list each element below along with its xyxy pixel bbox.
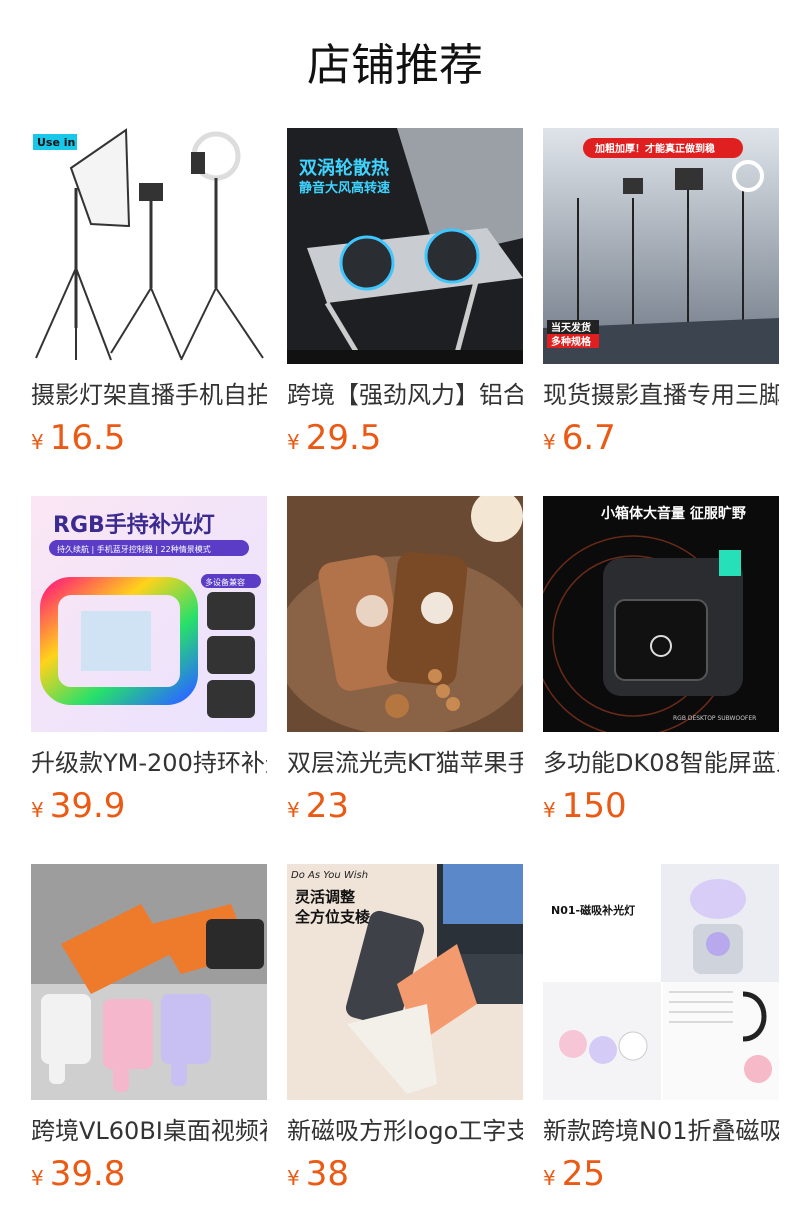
price-value: 29.5 <box>305 418 382 458</box>
product-card[interactable]: N01-磁吸补光灯 新款跨境N01折叠磁吸补光灯 ¥25 <box>543 864 779 1194</box>
product-price: ¥23 <box>287 786 349 826</box>
product-name[interactable]: 摄影灯架直播手机自拍 <box>31 378 267 412</box>
price-value: 150 <box>561 786 627 826</box>
light-stand-image[interactable]: Use in <box>31 128 267 364</box>
page-title: 店铺推荐 <box>307 40 483 91</box>
product-card[interactable]: RGB手持补光灯 持久续航 | 手机蓝牙控制器 | 22种情景模式 多设备兼容 … <box>31 496 267 826</box>
product-name[interactable]: 跨境【强劲风力】铝合金 <box>287 378 523 412</box>
price-value: 25 <box>561 1154 605 1194</box>
product-price: ¥16.5 <box>31 418 125 458</box>
currency-symbol: ¥ <box>543 1166 556 1190</box>
product-name[interactable]: 多功能DK08智能屏蓝牙音箱 <box>543 746 779 780</box>
product-price: ¥38 <box>287 1154 349 1194</box>
image-caption: 小箱体大音量 征服旷野 <box>601 505 746 522</box>
image-caption: 多种规格 <box>551 335 592 348</box>
image-caption: RGB DESKTOP SUBWOOFER <box>673 715 756 722</box>
laptop-cooling-stand-image[interactable]: 双涡轮散热 静音大风高转速 <box>287 128 523 364</box>
currency-symbol: ¥ <box>31 1166 44 1190</box>
currency-symbol: ¥ <box>31 798 44 822</box>
image-caption: 多设备兼容 <box>205 577 245 587</box>
product-price: ¥25 <box>543 1154 605 1194</box>
product-card[interactable]: 双涡轮散热 静音大风高转速 跨境【强劲风力】铝合金 ¥29.5 <box>287 128 523 458</box>
bluetooth-speaker-image[interactable]: 小箱体大音量 征服旷野 RGB DESKTOP SUBWOOFER <box>543 496 779 732</box>
product-card[interactable]: 双层流光壳KT猫苹果手机壳 ¥23 <box>287 496 523 826</box>
product-price: ¥39.8 <box>31 1154 125 1194</box>
product-name[interactable]: 新磁吸方形logo工字支架 <box>287 1114 523 1148</box>
image-caption: 静音大风高转速 <box>299 180 390 196</box>
product-price: ¥150 <box>543 786 627 826</box>
product-name[interactable]: 升级款YM-200持环补光灯 <box>31 746 267 780</box>
price-value: 23 <box>305 786 349 826</box>
product-price: ¥39.9 <box>31 786 125 826</box>
image-caption: 当天发货 <box>551 321 591 334</box>
product-card[interactable]: 加粗加厚！才能真正做到稳 当天发货 多种规格 现货摄影直播专用三脚架 ¥6.7 <box>543 128 779 458</box>
price-value: 16.5 <box>49 418 126 458</box>
product-name[interactable]: 跨境VL60BI桌面视频补光灯 <box>31 1114 267 1148</box>
product-price: ¥6.7 <box>543 418 616 458</box>
currency-symbol: ¥ <box>287 430 300 454</box>
magnetic-phone-stand-image[interactable]: Do As You Wish 灵活调整 全方位支棱 <box>287 864 523 1100</box>
product-name[interactable]: 现货摄影直播专用三脚架 <box>543 378 779 412</box>
desk-video-light-image[interactable] <box>31 864 267 1100</box>
image-caption: N01-磁吸补光灯 <box>551 903 635 917</box>
price-value: 6.7 <box>561 418 616 458</box>
product-card[interactable]: 跨境VL60BI桌面视频补光灯 ¥39.8 <box>31 864 267 1194</box>
currency-symbol: ¥ <box>543 798 556 822</box>
rgb-handheld-light-image[interactable]: RGB手持补光灯 持久续航 | 手机蓝牙控制器 | 22种情景模式 多设备兼容 <box>31 496 267 732</box>
image-caption: 加粗加厚！才能真正做到稳 <box>594 142 715 155</box>
product-card[interactable]: 小箱体大音量 征服旷野 RGB DESKTOP SUBWOOFER 多功能DK0… <box>543 496 779 826</box>
product-name[interactable]: 双层流光壳KT猫苹果手机壳 <box>287 746 523 780</box>
product-card[interactable]: Do As You Wish 灵活调整 全方位支棱 新磁吸方形logo工字支架 … <box>287 864 523 1194</box>
tripod-stand-image[interactable]: 加粗加厚！才能真正做到稳 当天发货 多种规格 <box>543 128 779 364</box>
image-caption: 双涡轮散热 <box>299 157 389 179</box>
currency-symbol: ¥ <box>287 798 300 822</box>
currency-symbol: ¥ <box>31 430 44 454</box>
magnetic-fill-light-image[interactable]: N01-磁吸补光灯 <box>543 864 779 1100</box>
image-caption: 全方位支棱 <box>294 908 371 926</box>
phone-case-image[interactable] <box>287 496 523 732</box>
image-caption: Do As You Wish <box>291 870 368 881</box>
image-caption: Use in <box>37 136 75 149</box>
image-caption: 持久续航 | 手机蓝牙控制器 | 22种情景模式 <box>57 544 211 554</box>
currency-symbol: ¥ <box>287 1166 300 1190</box>
currency-symbol: ¥ <box>543 430 556 454</box>
product-price: ¥29.5 <box>287 418 381 458</box>
product-card[interactable]: Use in 摄影灯架直播手机自拍 ¥16.5 <box>31 128 267 458</box>
image-caption: RGB手持补光灯 <box>53 513 215 538</box>
image-caption: 灵活调整 <box>295 888 355 906</box>
price-value: 38 <box>305 1154 349 1194</box>
price-value: 39.8 <box>49 1154 126 1194</box>
product-name[interactable]: 新款跨境N01折叠磁吸补光灯 <box>543 1114 779 1148</box>
price-value: 39.9 <box>49 786 126 826</box>
